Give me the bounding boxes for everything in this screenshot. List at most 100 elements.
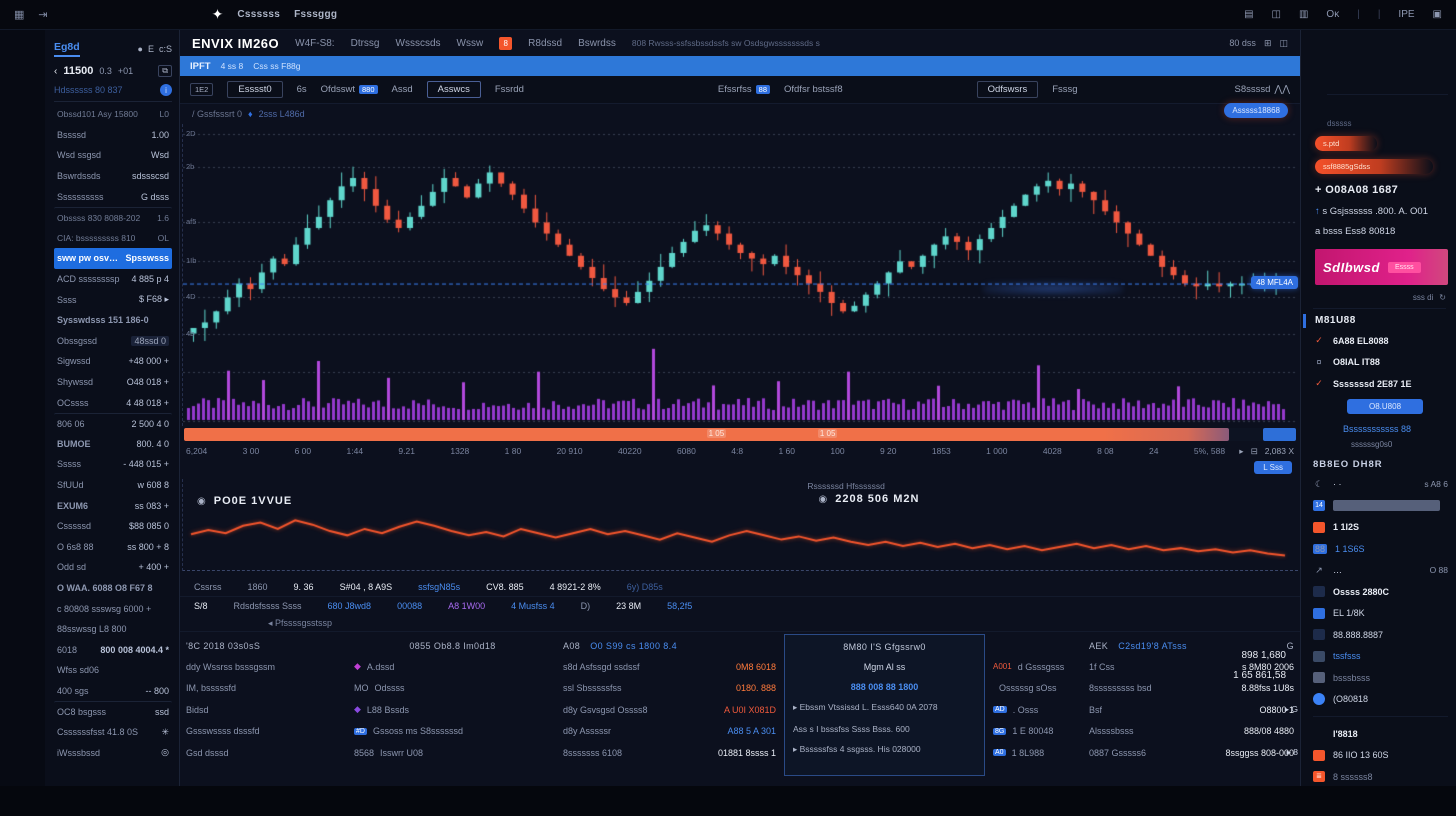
- feed-tab[interactable]: Eg8d: [54, 41, 80, 57]
- table-row[interactable]: A0 1 8L988: [993, 742, 1077, 764]
- watchlist-row[interactable]: CIA: bsssssssss 810 OL: [54, 228, 172, 249]
- tab-1[interactable]: W4F-S8:: [295, 38, 334, 49]
- watchlist-row[interactable]: Bssssd 1.00: [54, 125, 172, 146]
- table-row[interactable]: Bidsd: [186, 699, 342, 721]
- table-row[interactable]: AD . Osss: [993, 699, 1077, 721]
- table-row[interactable]: ◆ A.dssd: [354, 656, 551, 678]
- alert-item[interactable]: Assd: [392, 84, 413, 95]
- table-row[interactable]: Gssswssss dsssfd: [186, 721, 342, 743]
- table-row[interactable]: 8sssssss 6108 01881 8ssss 1: [563, 742, 776, 764]
- promo-button[interactable]: Essss: [1388, 262, 1421, 273]
- chat-icon[interactable]: ▤: [1244, 9, 1253, 20]
- table-row[interactable]: ◆ L88 Bssds: [354, 699, 551, 721]
- candlestick-chart[interactable]: 2D2baf51Ib4D4b 48 MFL4A: [182, 124, 1298, 426]
- recommend-link[interactable]: Bsssssssssss 88: [1343, 424, 1448, 434]
- play-icon[interactable]: ▸: [1239, 446, 1243, 457]
- code-icon[interactable]: ◫: [1272, 9, 1281, 20]
- table-row[interactable]: d8y Asssssr A88 5 A 301: [563, 721, 776, 743]
- watchlist-row[interactable]: Wfss sd06: [54, 660, 172, 681]
- collapse-icon[interactable]: ⇥: [38, 8, 47, 21]
- settings-button[interactable]: Odfswsrs: [977, 81, 1039, 98]
- sidebar-list-item[interactable]: (O80818: [1313, 689, 1448, 711]
- sidebar-list-item[interactable]: 1 1I2S: [1313, 517, 1448, 539]
- watchlist-row[interactable]: Shywssd O48 018 +: [54, 372, 172, 393]
- watchlist-row[interactable]: Ssssssssss G dsss: [54, 186, 172, 207]
- table-row[interactable]: A001 d Gsssgsss: [993, 656, 1077, 678]
- edge-marker-2[interactable]: ▸ 8: [1287, 747, 1298, 758]
- watchlist-row[interactable]: Wsd ssgsd Wsd: [54, 145, 172, 166]
- sidebar-list-item[interactable]: Ossss 2880C: [1313, 581, 1448, 603]
- sidebar-list-item[interactable]: tssfsss: [1313, 646, 1448, 668]
- watchlist-row[interactable]: Ssss $ F68 ▸: [54, 289, 172, 310]
- sidebar-list-item[interactable]: 88.888.8887: [1313, 624, 1448, 646]
- refresh-icon[interactable]: ↻: [1439, 293, 1446, 302]
- table-row[interactable]: Osssssg sOss: [993, 678, 1077, 700]
- watchlist-row[interactable]: 806 06 2 500 4 0: [54, 413, 172, 434]
- table-row[interactable]: Alssssbsss 888/08 4880: [1089, 721, 1294, 743]
- key-icon[interactable]: Oκ: [1326, 9, 1339, 20]
- promo-banner[interactable]: SdIbwsd Essss: [1315, 249, 1448, 285]
- scrollbar-handle[interactable]: [1263, 428, 1296, 441]
- menu-item-1[interactable]: Cssssss: [237, 9, 280, 20]
- watchlist-row[interactable]: EXUM6 ss 083 +: [54, 495, 172, 516]
- watchlist-row[interactable]: Obssss 830 8088-202 1.6: [54, 207, 172, 228]
- watchlist-row[interactable]: Bswrdssds sdssscsd: [54, 166, 172, 187]
- watchlist-row[interactable]: Odd sd + 400 +: [54, 557, 172, 578]
- sidebar-list-item[interactable]: bsssbsss: [1313, 667, 1448, 689]
- watchlist-row[interactable]: OCssss 4 48 018 +: [54, 392, 172, 413]
- table-row[interactable]: s8d Asfssgd ssdssf 0M8 6018: [563, 656, 776, 678]
- watchlist-row[interactable]: Sysswdsss 151 186-0: [54, 310, 172, 331]
- panel-row[interactable]: Ass s I bsssfss Ssss Bsss. 600: [793, 718, 976, 739]
- sidebar-list-item[interactable]: ↗ … O 88: [1313, 560, 1448, 582]
- tab-2[interactable]: Dtrssg: [351, 38, 380, 49]
- watchlist-row[interactable]: 400 sgs -- 800: [54, 681, 172, 702]
- sub-stats[interactable]: ◂ Pfssssgsstssp: [180, 615, 1300, 631]
- watchlist-row[interactable]: 6018 800 008 4004.4 *: [54, 639, 172, 660]
- promo-pill-1[interactable]: s.ptd: [1315, 136, 1377, 151]
- image-icon[interactable]: ▣: [1433, 9, 1442, 20]
- calendar-icon[interactable]: ⊟: [1251, 446, 1258, 457]
- watchlist-row[interactable]: iWsssbssd ◎: [54, 742, 172, 763]
- table-row[interactable]: 1f Css s 8M80 2006: [1089, 656, 1294, 678]
- watchlist-row[interactable]: ACD ssssssssp 4 885 p 4: [54, 269, 172, 290]
- col-c-header-2[interactable]: O0 S99 cs 1800 8.4: [590, 641, 677, 651]
- watchlist-row[interactable]: Obssd101 Asy 15800 L0: [54, 104, 172, 125]
- candle-type-icon[interactable]: 6s: [297, 84, 307, 95]
- watchlist-row[interactable]: Sssss - 448 015 +: [54, 454, 172, 475]
- table-row[interactable]: d8y Gsvsgsd Ossss8 A U0I X081D: [563, 699, 776, 721]
- tab-4[interactable]: Wssw: [457, 38, 484, 49]
- sidebar-list-item[interactable]: ☾ · · s A8 6: [1313, 474, 1448, 496]
- table-row[interactable]: 0887 Gsssss6 8ssggss 808-000: [1089, 742, 1294, 764]
- menu-item-2[interactable]: Fsssggg: [294, 9, 337, 20]
- sidebar-list-item[interactable]: 14: [1313, 495, 1448, 517]
- folder-icon[interactable]: ▥: [1299, 9, 1308, 20]
- candles-canvas[interactable]: [183, 124, 1297, 426]
- watchlist-row[interactable]: c 80808 ssswsg 6000 +: [54, 598, 172, 619]
- expand-button[interactable]: Esssst0: [227, 81, 282, 98]
- highlight-panel[interactable]: 8M80 I'S Gfgssrw0 Mgm Al ss 888 008 88 1…: [784, 634, 985, 776]
- watchlist-row[interactable]: Sigwssd +48 000 +: [54, 351, 172, 372]
- chart-scrollbar[interactable]: 1 05 1 05: [184, 428, 1296, 441]
- chevron-left-icon[interactable]: ‹: [54, 66, 57, 77]
- alert-banner[interactable]: IPFT 4 ss 8 Css ss F88g: [180, 56, 1300, 76]
- col-f-header-2[interactable]: C2sd19'8 ATsss: [1118, 641, 1187, 651]
- line-chart-canvas[interactable]: [183, 506, 1293, 566]
- table-row[interactable]: 8sssssssss bsd 8.88fss 1U8s: [1089, 678, 1294, 700]
- indicators-item[interactable]: Ofdsswt 880: [321, 84, 378, 95]
- watchlist-row[interactable]: O WAA. 6088 O8 F67 8: [54, 578, 172, 599]
- table-row[interactable]: IM, bsssssfd: [186, 678, 342, 700]
- sidebar-bottom-item[interactable]: I'8818: [1313, 723, 1448, 745]
- panel-link[interactable]: 888 008 88 1800: [793, 677, 976, 697]
- watchlist-row[interactable]: O 6s8 88 ss 800 + 8: [54, 536, 172, 557]
- logo-icon[interactable]: ✦: [212, 6, 224, 23]
- watchlist-row[interactable]: BUMOE 800. 4 0: [54, 434, 172, 455]
- auto-pill-button[interactable]: Asssss18868: [1224, 103, 1288, 118]
- watchlist-row[interactable]: Obssgssd 48ssd 0: [54, 331, 172, 352]
- watchlist-row[interactable]: OC8 bsgsss ssd: [54, 701, 172, 722]
- table-row[interactable]: 8568 Isswrr U08: [354, 742, 551, 764]
- watchlist-row[interactable]: SfUUd w 608 8: [54, 475, 172, 496]
- watchlist-row[interactable]: sww pw osv10S Spsswsss: [54, 248, 172, 269]
- apps-grid-icon[interactable]: ▦: [14, 8, 24, 21]
- alert-row[interactable]: ¤ O8IAL IT88: [1313, 352, 1448, 374]
- edge-marker-1[interactable]: ▸ G: [1285, 704, 1298, 715]
